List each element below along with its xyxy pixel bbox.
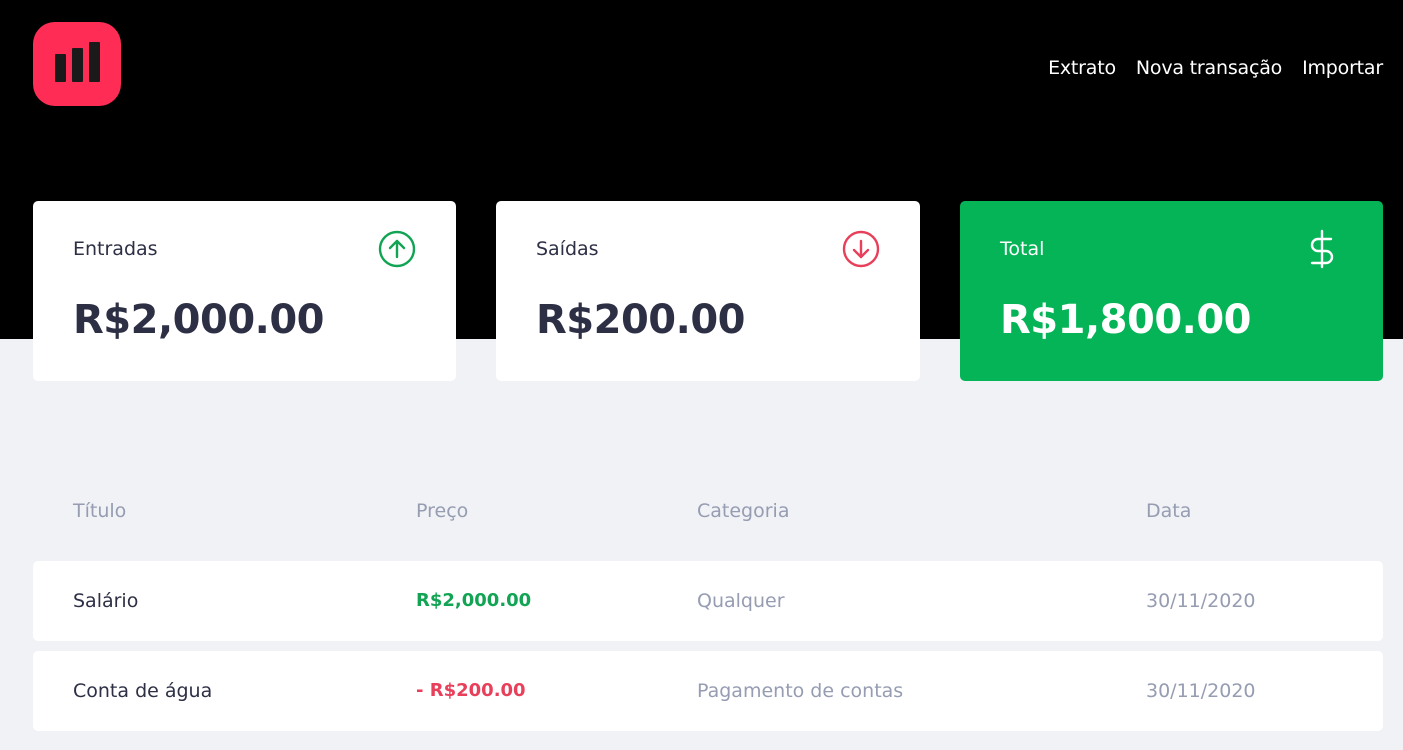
income-card-value: R$2,000.00: [73, 297, 325, 343]
column-header-categoria: Categoria: [697, 500, 790, 522]
total-card: Total R$1,800.00: [960, 201, 1383, 381]
transaction-category: Qualquer: [697, 590, 785, 612]
nav-link-importar[interactable]: Importar: [1302, 56, 1383, 80]
transaction-price: R$2,000.00: [416, 590, 532, 611]
bar-chart-logo-icon: [55, 42, 100, 82]
outcome-card-label: Saídas: [536, 238, 599, 260]
transaction-title: Salário: [73, 590, 139, 612]
income-card-label: Entradas: [73, 238, 158, 260]
transaction-price: - R$200.00: [416, 680, 526, 701]
transaction-category: Pagamento de contas: [697, 680, 904, 702]
total-card-label: Total: [1000, 238, 1045, 260]
app-logo[interactable]: [33, 22, 121, 106]
arrow-down-circle-icon: [842, 230, 880, 268]
arrow-up-circle-icon: [378, 230, 416, 268]
outcome-card: Saídas R$200.00: [496, 201, 920, 381]
app-page: Extrato Nova transação Importar Entradas…: [0, 0, 1403, 750]
table-row[interactable]: Conta de água - R$200.00 Pagamento de co…: [33, 651, 1383, 731]
column-header-preco: Preço: [416, 500, 469, 522]
dollar-sign-icon: [1310, 229, 1334, 269]
transaction-date: 30/11/2020: [1146, 590, 1256, 612]
transaction-title: Conta de água: [73, 680, 213, 702]
income-card: Entradas R$2,000.00: [33, 201, 456, 381]
transactions-table-header: Título Preço Categoria Data: [0, 499, 1403, 525]
transaction-date: 30/11/2020: [1146, 680, 1256, 702]
outcome-card-value: R$200.00: [536, 297, 746, 343]
total-card-value: R$1,800.00: [1000, 297, 1252, 343]
column-header-titulo: Título: [73, 500, 127, 522]
column-header-data: Data: [1146, 500, 1192, 522]
nav-link-extrato[interactable]: Extrato: [1048, 56, 1116, 80]
nav-link-nova-transacao[interactable]: Nova transação: [1136, 56, 1282, 80]
top-nav: Extrato Nova transação Importar: [1048, 56, 1383, 80]
table-row[interactable]: Salário R$2,000.00 Qualquer 30/11/2020: [33, 561, 1383, 641]
